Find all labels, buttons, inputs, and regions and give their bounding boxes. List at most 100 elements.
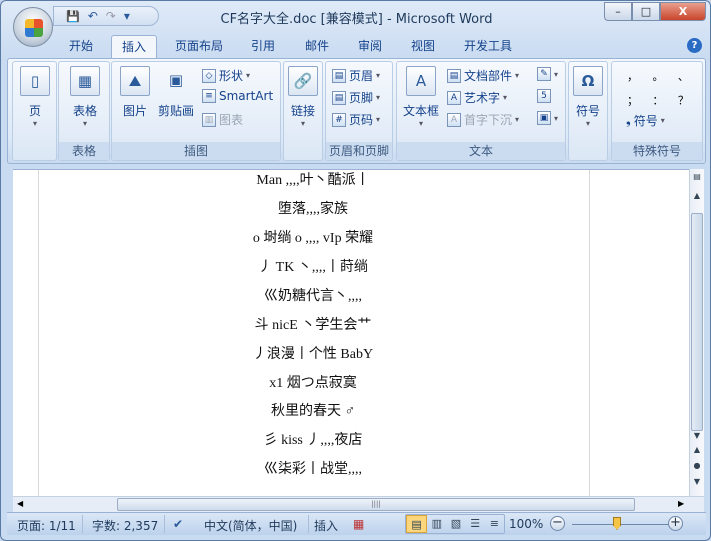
- outline-icon[interactable]: ☰: [466, 515, 485, 533]
- horizontal-scroll-thumb[interactable]: ||||: [117, 498, 635, 511]
- link-button[interactable]: 🔗 链接 ▾: [288, 66, 318, 128]
- calendar-icon: 5: [537, 89, 551, 103]
- doc-line: o 埘绱 o ,,,, vIp 荣耀: [252, 231, 374, 246]
- horizontal-scrollbar[interactable]: ◀ |||| ▶: [13, 496, 704, 512]
- doc-line: 斗 nicE 丶学生会艹: [254, 318, 372, 333]
- page-button[interactable]: ▯ 页 ▾: [20, 66, 50, 128]
- group-special-symbols: ， 。 、 ； ： ？ ❟ 符号 ▾ 特殊符号: [611, 61, 703, 161]
- group-label-header-footer: 页眉和页脚: [326, 142, 392, 160]
- char-comma[interactable]: ，: [620, 68, 645, 84]
- next-page-icon[interactable]: ▼: [690, 477, 704, 486]
- draft-icon[interactable]: ≡: [485, 515, 504, 533]
- signature-icon: ✎: [537, 67, 551, 81]
- zoom-in-button[interactable]: +: [668, 516, 683, 531]
- group-label-text: 文本: [397, 142, 565, 160]
- chart-icon: ▥: [202, 112, 216, 127]
- previous-page-icon[interactable]: ▲: [690, 445, 704, 454]
- word-window: CF名字大全.doc [兼容模式] - Microsoft Word – □ X…: [0, 0, 711, 541]
- tab-developer[interactable]: 开发工具: [454, 35, 522, 59]
- redo-icon[interactable]: ↷: [106, 9, 116, 23]
- object-button[interactable]: ▣ ▾: [537, 111, 558, 125]
- scroll-left-icon[interactable]: ◀: [17, 499, 23, 508]
- status-bar: 页面: 1/11 字数: 2,357 ✔ 中文(简体，中国) 插入 ▦ ▤ ▥ …: [7, 512, 706, 535]
- tab-review[interactable]: 审阅: [348, 35, 392, 59]
- tab-page-layout[interactable]: 页面布局: [165, 35, 233, 59]
- tab-mailings[interactable]: 邮件: [295, 35, 339, 59]
- quickparts-icon: ▤: [447, 68, 461, 83]
- page-count[interactable]: 页面: 1/11: [17, 517, 76, 534]
- chart-button[interactable]: ▥ 图表: [202, 111, 243, 128]
- table-button[interactable]: ▦ 表格 ▾: [67, 66, 103, 128]
- full-screen-reading-icon[interactable]: ▥: [427, 515, 446, 533]
- vertical-scrollbar[interactable]: ▤ ▲ ▼ ▲ ● ▼: [689, 169, 704, 496]
- group-label-special: 特殊符号: [612, 142, 702, 160]
- maximize-button[interactable]: □: [632, 2, 660, 21]
- textbox-button[interactable]: A 文本框 ▾: [401, 66, 441, 128]
- wordart-button[interactable]: A 艺术字 ▾: [447, 89, 507, 106]
- close-button[interactable]: X: [660, 2, 706, 21]
- proofing-icon[interactable]: ✔: [173, 517, 183, 531]
- char-colon[interactable]: ：: [645, 92, 670, 108]
- shapes-button[interactable]: ◇ 形状 ▾: [202, 67, 250, 84]
- help-icon[interactable]: ?: [687, 38, 702, 53]
- undo-icon[interactable]: ↶: [88, 9, 98, 23]
- footer-button[interactable]: ▤ 页脚 ▾: [332, 89, 380, 106]
- footer-icon: ▤: [332, 90, 346, 105]
- web-layout-icon[interactable]: ▧: [446, 515, 465, 533]
- office-logo-icon: [25, 19, 43, 37]
- char-enum-comma[interactable]: 、: [671, 68, 696, 84]
- tab-view[interactable]: 视图: [401, 35, 445, 59]
- zoom-out-button[interactable]: −: [550, 516, 565, 531]
- char-semicolon[interactable]: ；: [620, 92, 645, 108]
- char-question[interactable]: ？: [671, 92, 696, 108]
- browse-object-icon[interactable]: ●: [690, 461, 704, 470]
- zoom-slider[interactable]: [572, 524, 672, 525]
- symbol-button[interactable]: Ω 符号 ▾: [573, 66, 603, 128]
- object-icon: ▣: [537, 111, 551, 125]
- ribbon: ▯ 页 ▾ ▦ 表格 ▾ 表格 ⛰ 图片 ▣ 剪贴画 ◇ 形状 ▾ ≡ SmartArt ▥ 图表 …: [7, 58, 706, 164]
- group-symbols: Ω 符号 ▾: [568, 61, 608, 161]
- symbol-dropdown-button[interactable]: ❟ 符号 ▾: [626, 112, 665, 129]
- zoom-slider-thumb[interactable]: [613, 517, 621, 530]
- omega-icon: Ω: [573, 66, 603, 96]
- quickparts-button[interactable]: ▤ 文档部件 ▾: [447, 67, 519, 84]
- doc-line: 彡 kiss 丿,,,,夜店: [263, 433, 363, 448]
- signature-line-button[interactable]: ✎ ▾: [537, 67, 558, 81]
- insert-mode[interactable]: 插入: [314, 517, 338, 534]
- clipart-icon: ▣: [168, 71, 184, 89]
- language-indicator[interactable]: 中文(简体，中国): [204, 517, 297, 534]
- group-pages: ▯ 页 ▾: [12, 61, 57, 161]
- tab-home[interactable]: 开始: [59, 35, 103, 59]
- scroll-up-icon[interactable]: ▲: [690, 191, 704, 200]
- document-area[interactable]: Man ,,,,叶丶酷派丨 堕落,,,,家族 o 埘绱 o ,,,, vIp 荣…: [13, 169, 689, 496]
- date-time-button[interactable]: 5: [537, 89, 551, 103]
- shapes-icon: ◇: [202, 68, 216, 83]
- doc-line: 丿 TK 丶,,,,丨莳绱: [258, 260, 368, 275]
- save-icon[interactable]: 💾: [66, 10, 80, 23]
- vertical-scroll-thumb[interactable]: [691, 213, 703, 431]
- doc-line: 巛柒彩丨战堂,,,,: [264, 462, 362, 477]
- smartart-button[interactable]: ≡ SmartArt: [202, 89, 273, 103]
- minimize-button[interactable]: –: [604, 2, 632, 21]
- picture-button[interactable]: ⛰ 图片: [118, 66, 152, 119]
- doc-line: 丿浪漫丨个性 BabY: [252, 347, 374, 362]
- word-count[interactable]: 字数: 2,357: [92, 517, 158, 534]
- clipart-button[interactable]: ▣ 剪贴画: [156, 66, 196, 119]
- page-number-button[interactable]: # 页码 ▾: [332, 111, 380, 128]
- ruler-toggle-icon[interactable]: ▤: [690, 172, 704, 181]
- macro-record-icon[interactable]: ▦: [353, 517, 364, 531]
- char-period[interactable]: 。: [645, 68, 670, 84]
- tab-insert[interactable]: 插入: [111, 35, 158, 59]
- tab-references[interactable]: 引用: [241, 35, 285, 59]
- print-layout-icon[interactable]: ▤: [406, 515, 428, 533]
- doc-line: 秋里的春天 ♂: [271, 404, 355, 419]
- doc-line: 堕落,,,,家族: [278, 202, 348, 217]
- zoom-level[interactable]: 100%: [509, 517, 543, 531]
- office-button[interactable]: [13, 7, 53, 47]
- scroll-down-icon[interactable]: ▼: [690, 431, 704, 440]
- scroll-right-icon[interactable]: ▶: [678, 499, 684, 508]
- header-button[interactable]: ▤ 页眉 ▾: [332, 67, 380, 84]
- dropcap-button[interactable]: A 首字下沉 ▾: [447, 111, 519, 128]
- customize-qat-icon[interactable]: ▾: [124, 9, 130, 23]
- doc-line: 巛奶糖代言丶,,,,: [264, 289, 362, 304]
